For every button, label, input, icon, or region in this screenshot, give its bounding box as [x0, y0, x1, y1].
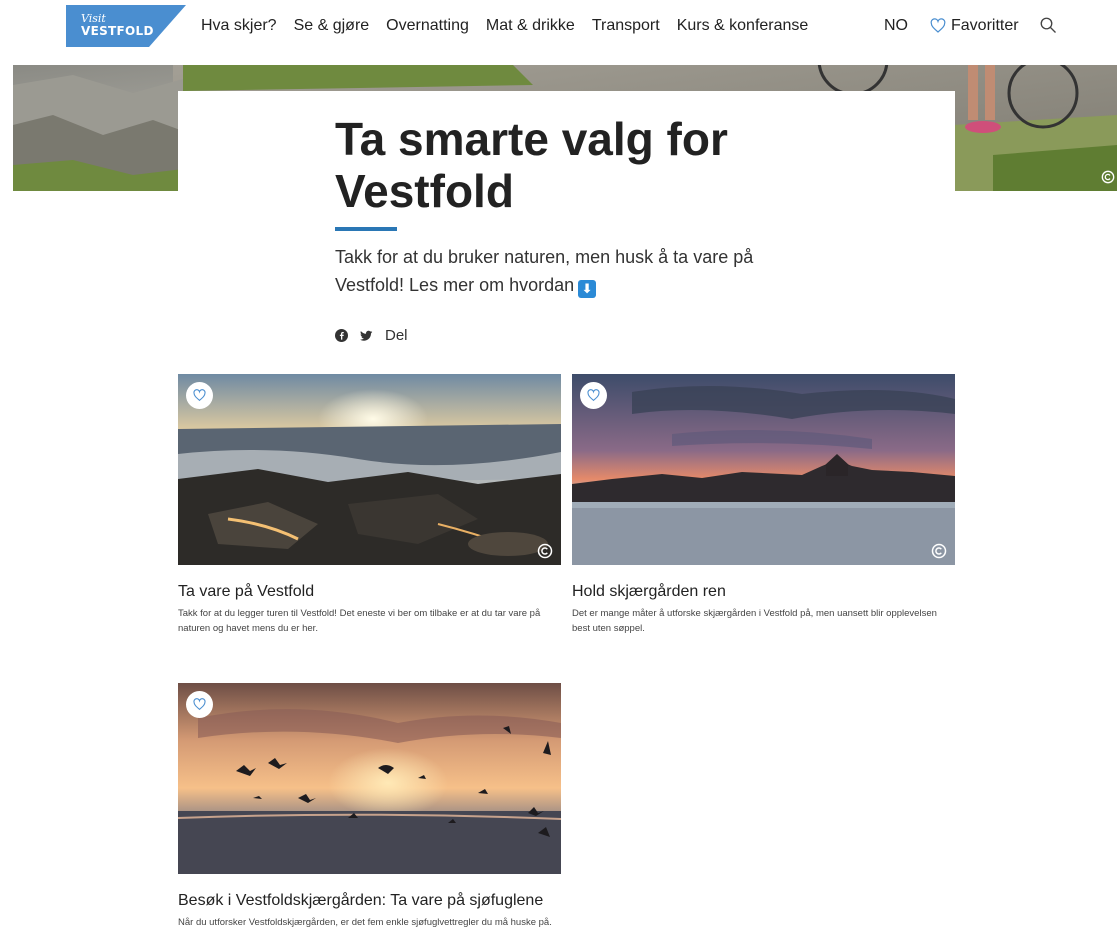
- language-selector[interactable]: NO: [884, 16, 908, 36]
- nav-item-mat-og-drikke[interactable]: Mat & drikke: [486, 16, 575, 36]
- card-description: Takk for at du legger turen til Vestfold…: [178, 608, 541, 634]
- share-label[interactable]: Del: [385, 327, 408, 344]
- copyright-icon: [931, 543, 947, 559]
- card-image-archipelago-dusk[interactable]: [572, 374, 955, 565]
- card-title[interactable]: Besøk i Vestfoldskjærgården: Ta vare på …: [178, 891, 561, 911]
- lead-text-body: Takk for at du bruker naturen, men husk …: [335, 247, 754, 295]
- title-underline: [335, 227, 397, 231]
- main-navigation: Hva skjer? Se & gjøre Overnatting Mat & …: [201, 16, 825, 36]
- heart-outline-icon: [587, 389, 600, 402]
- facebook-icon[interactable]: [335, 329, 348, 342]
- card-description: Når du utforsker Vestfoldskjærgården, er…: [178, 917, 552, 928]
- search-icon[interactable]: [1039, 16, 1057, 34]
- article-card[interactable]: Besøk i Vestfoldskjærgården: Ta vare på …: [178, 683, 561, 930]
- page-title: Ta smarte valg for Vestfold: [335, 113, 728, 217]
- share-bar: Del: [335, 327, 408, 344]
- card-image-sunset-rocks[interactable]: [178, 374, 561, 565]
- card-title[interactable]: Ta vare på Vestfold: [178, 582, 561, 602]
- article-card[interactable]: Hold skjærgården ren Det er mange måter …: [572, 374, 955, 636]
- copyright-icon: [1101, 170, 1115, 184]
- site-header: Visit VESTFOLD Hva skjer? Se & gjøre Ove…: [0, 0, 1117, 56]
- nav-item-hva-skjer[interactable]: Hva skjer?: [201, 16, 277, 36]
- favorite-button[interactable]: [580, 382, 607, 409]
- visit-vestfold-logo[interactable]: Visit VESTFOLD: [66, 5, 186, 47]
- article-card[interactable]: Ta vare på Vestfold Takk for at du legge…: [178, 374, 561, 636]
- favorites-label: Favoritter: [951, 17, 1019, 34]
- nav-item-transport[interactable]: Transport: [592, 16, 660, 36]
- card-image-seabirds-sunset[interactable]: [178, 683, 561, 874]
- favorite-button[interactable]: [186, 691, 213, 718]
- twitter-icon[interactable]: [360, 329, 373, 342]
- nav-item-overnatting[interactable]: Overnatting: [386, 16, 469, 36]
- heart-outline-icon: [193, 698, 206, 711]
- heart-outline-icon: [193, 389, 206, 402]
- nav-item-se-og-gjore[interactable]: Se & gjøre: [294, 16, 370, 36]
- logo-vestfold-text: VESTFOLD: [81, 24, 154, 38]
- favorites-link[interactable]: Favoritter: [930, 16, 1019, 36]
- favorite-button[interactable]: [186, 382, 213, 409]
- arrow-down-icon[interactable]: ⬇: [578, 280, 597, 298]
- card-description: Det er mange måter å utforske skjærgårde…: [572, 608, 937, 634]
- nav-item-kurs-og-konferanse[interactable]: Kurs & konferanse: [677, 16, 809, 36]
- heart-outline-icon: [930, 18, 946, 33]
- copyright-icon: [537, 543, 553, 559]
- logo-visit-text: Visit: [81, 12, 106, 25]
- card-title[interactable]: Hold skjærgården ren: [572, 582, 955, 602]
- lead-text: Takk for at du bruker naturen, men husk …: [335, 243, 775, 299]
